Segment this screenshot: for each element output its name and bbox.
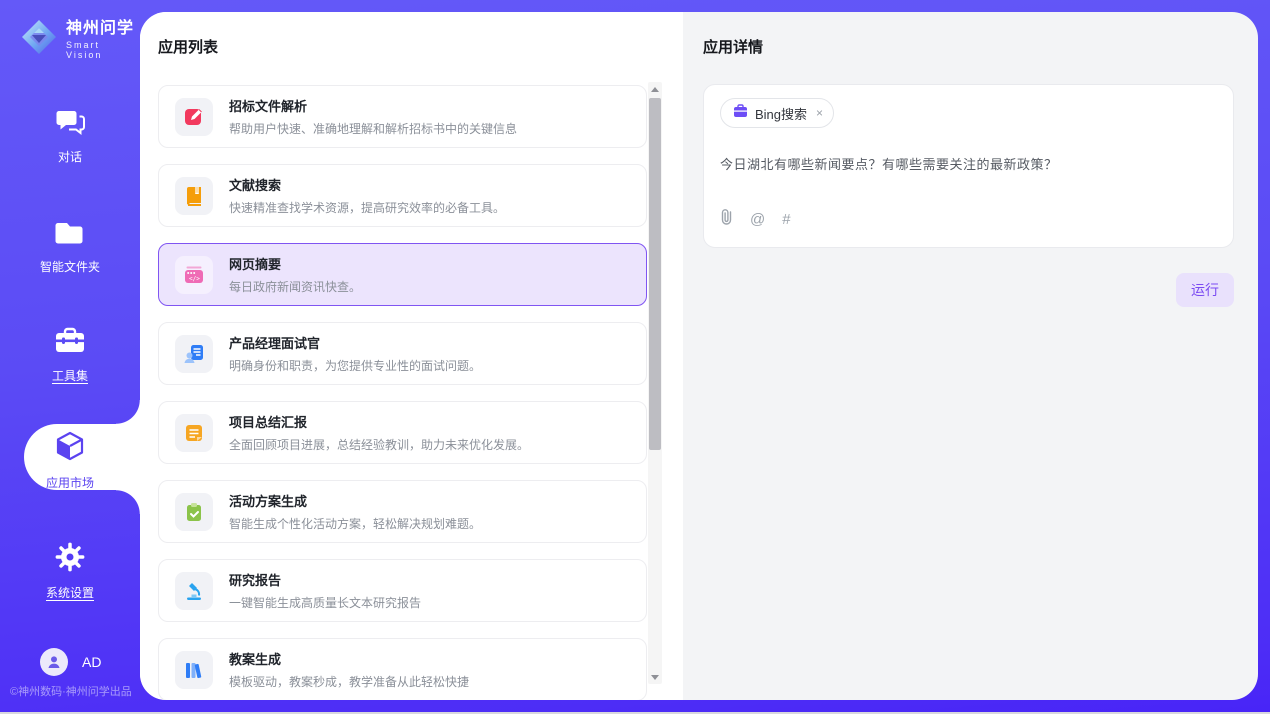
app-card-literature-search[interactable]: 文献搜索 快速精准查找学术资源，提高研究效率的必备工具。: [158, 164, 647, 227]
scroll-up-icon[interactable]: [648, 82, 662, 96]
app-card-name: 文献搜索: [229, 175, 505, 194]
interviewer-icon: [175, 335, 213, 373]
sidebar: 神州问学 Smart Vision 对话 智能文件夹: [0, 0, 140, 714]
app-list-pane: 应用列表 招标文件解析 帮助用户快速、准确地理解和解析招标书中的关键信息: [140, 12, 683, 700]
sidebar-item-label: 系统设置: [46, 584, 94, 601]
avatar: [40, 648, 68, 676]
microscope-icon: [175, 572, 213, 610]
prompt-editor-card[interactable]: Bing搜索 × 今日湖北有哪些新闻要点？有哪些需要关注的最新政策？ @ #: [703, 84, 1234, 248]
app-detail-pane: 应用详情 Bing搜索 × 今日湖北有哪些新闻要点？有哪些需要关注的最新政策？: [683, 12, 1258, 700]
brand-subtitle: Smart Vision: [66, 40, 140, 60]
prompt-text[interactable]: 今日湖北有哪些新闻要点？有哪些需要关注的最新政策？: [720, 154, 1217, 173]
tool-tag-bing-search[interactable]: Bing搜索 ×: [720, 98, 834, 128]
user-account[interactable]: AD: [40, 648, 101, 676]
cube-icon: [54, 430, 86, 467]
app-list-scrollbar[interactable]: [648, 82, 662, 684]
run-button[interactable]: 运行: [1176, 273, 1234, 307]
hash-icon[interactable]: #: [782, 211, 790, 228]
svg-text:</>: </>: [189, 275, 200, 282]
app-detail-title: 应用详情: [703, 36, 1234, 57]
app-card-name: 教案生成: [229, 649, 469, 668]
book-icon: [175, 177, 213, 215]
sidebar-item-chat[interactable]: 对话: [0, 108, 140, 165]
app-card-pm-interviewer[interactable]: 产品经理面试官 明确身份和职责，为您提供专业性的面试问题。: [158, 322, 647, 385]
app-card-project-summary[interactable]: 项目总结汇报 全面回顾项目进展，总结经验教训，助力未来优化发展。: [158, 401, 647, 464]
app-card-name: 研究报告: [229, 570, 421, 589]
app-list-title: 应用列表: [158, 36, 683, 57]
app-card-lesson-plan-generator[interactable]: 教案生成 模板驱动，教案秒成，教学准备从此轻松快捷: [158, 638, 647, 700]
chat-icon: [55, 108, 85, 141]
app-card-name: 产品经理面试官: [229, 333, 481, 352]
folder-icon: [55, 220, 85, 251]
sidebar-item-label: 应用市场: [46, 474, 94, 491]
brand: 神州问学 Smart Vision: [20, 14, 140, 60]
app-card-name: 招标文件解析: [229, 96, 517, 115]
app-card-desc: 一键智能生成高质量长文本研究报告: [229, 594, 421, 611]
app-card-web-summary[interactable]: </> 网页摘要 每日政府新闻资讯快查。: [158, 243, 647, 306]
run-row: 运行: [703, 273, 1234, 307]
app-card-desc: 全面回顾项目进展，总结经验教训，助力未来优化发展。: [229, 436, 529, 453]
close-icon[interactable]: ×: [816, 106, 823, 120]
clipboard-check-icon: [175, 493, 213, 531]
sidebar-item-label: 智能文件夹: [40, 258, 100, 275]
app-card-desc: 智能生成个性化活动方案，轻松解决规划难题。: [229, 515, 481, 532]
user-initials: AD: [82, 654, 101, 670]
gear-icon: [55, 542, 85, 577]
app-card-desc: 模板驱动，教案秒成，教学准备从此轻松快捷: [229, 673, 469, 690]
sidebar-item-label: 对话: [58, 148, 82, 165]
sidebar-item-settings[interactable]: 系统设置: [0, 542, 140, 601]
app-card-name: 网页摘要: [229, 254, 361, 273]
brand-logo-diamond-icon: [20, 18, 58, 56]
app-card-bid-document-analysis[interactable]: 招标文件解析 帮助用户快速、准确地理解和解析招标书中的关键信息: [158, 85, 647, 148]
toolbox-icon: [54, 327, 86, 360]
notes-icon: [175, 414, 213, 452]
app-card-name: 项目总结汇报: [229, 412, 529, 431]
brand-name: 神州问学: [66, 14, 140, 38]
tool-tag-label: Bing搜索: [755, 104, 807, 123]
copyright-footer: ©神州数码·神州问学出品: [10, 683, 140, 699]
input-toolbar: @ #: [720, 208, 1217, 230]
app-card-desc: 明确身份和职责，为您提供专业性的面试问题。: [229, 357, 481, 374]
app-card-desc: 快速精准查找学术资源，提高研究效率的必备工具。: [229, 199, 505, 216]
app-card-event-plan-generator[interactable]: 活动方案生成 智能生成个性化活动方案，轻松解决规划难题。: [158, 480, 647, 543]
sidebar-item-smart-folder[interactable]: 智能文件夹: [0, 220, 140, 275]
scroll-down-icon[interactable]: [648, 670, 662, 684]
content-shell: 应用列表 招标文件解析 帮助用户快速、准确地理解和解析招标书中的关键信息: [140, 12, 1258, 700]
brand-text: 神州问学 Smart Vision: [66, 14, 140, 60]
sidebar-item-app-market[interactable]: 应用市场: [0, 430, 140, 491]
edit-square-icon: [175, 98, 213, 136]
app-card-research-report[interactable]: 研究报告 一键智能生成高质量长文本研究报告: [158, 559, 647, 622]
scrollbar-thumb[interactable]: [649, 98, 661, 450]
app-card-name: 活动方案生成: [229, 491, 481, 510]
briefcase-icon: [733, 104, 748, 123]
browser-code-icon: </>: [175, 256, 213, 294]
sidebar-item-toolset[interactable]: 工具集: [0, 327, 140, 384]
books-icon: [175, 651, 213, 689]
sidebar-item-label: 工具集: [52, 367, 88, 384]
attach-icon[interactable]: [720, 208, 733, 230]
app-card-desc: 每日政府新闻资讯快查。: [229, 278, 361, 295]
app-card-desc: 帮助用户快速、准确地理解和解析招标书中的关键信息: [229, 120, 517, 137]
mention-icon[interactable]: @: [750, 211, 765, 228]
app-card-list: 招标文件解析 帮助用户快速、准确地理解和解析招标书中的关键信息 文献搜索 快速精…: [158, 85, 647, 700]
